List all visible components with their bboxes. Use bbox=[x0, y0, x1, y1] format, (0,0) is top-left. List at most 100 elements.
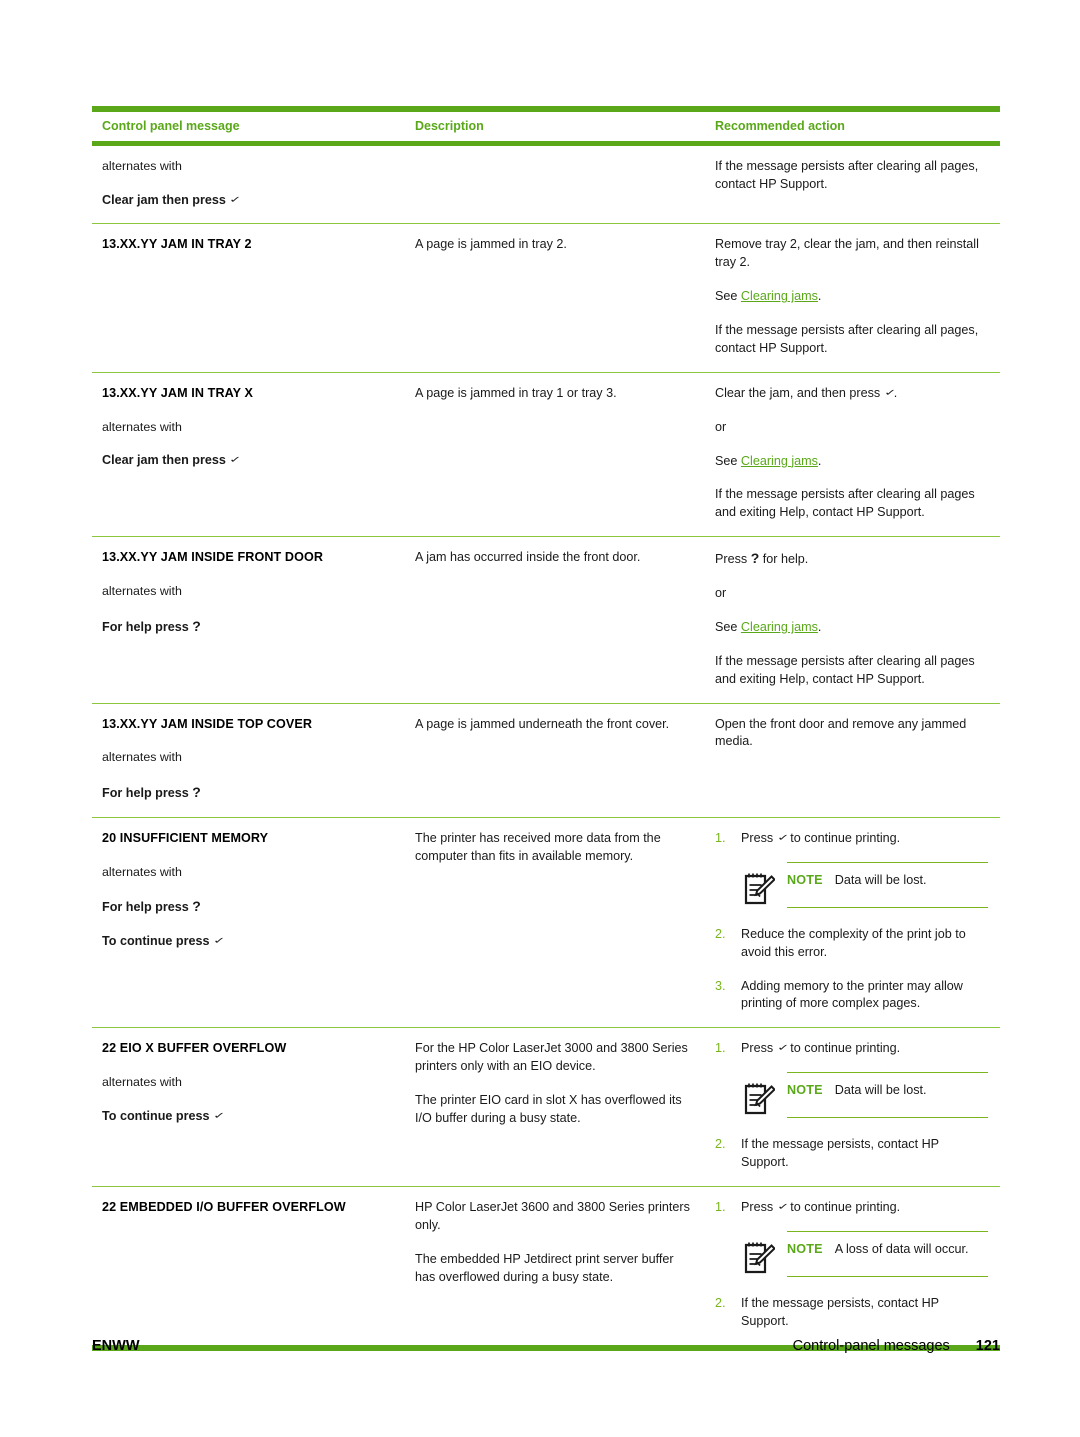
description-text: A page is jammed underneath the front co… bbox=[415, 716, 670, 731]
action-step-list: 1. Press ✓ to continue printing. bbox=[715, 830, 988, 1013]
cell-description: A page is jammed underneath the front co… bbox=[405, 702, 705, 818]
step-number: 1. bbox=[715, 830, 726, 845]
step-text: Adding memory to the printer may allow p… bbox=[741, 978, 963, 1011]
action-text: Open the front door and remove any jamme… bbox=[715, 716, 967, 749]
table-row: 22 EMBEDDED I/O BUFFER OVERFLOW HP Color… bbox=[92, 1185, 1000, 1351]
table-header: Control panel message Description Recomm… bbox=[92, 106, 1000, 146]
link-clearing-jams[interactable]: Clearing jams bbox=[741, 289, 818, 303]
cell-message: alternates with Clear jam then press ✓ bbox=[92, 144, 405, 224]
control-panel-messages-table: Control panel message Description Recomm… bbox=[92, 106, 1000, 1351]
cell-message: 13.XX.YY JAM IN TRAY X alternates with C… bbox=[92, 371, 405, 537]
check-icon: ✓ bbox=[776, 1042, 790, 1053]
cell-action: Press ? for help. or See Clearing jams. … bbox=[705, 536, 1000, 704]
action-text: Press ? for help. bbox=[715, 550, 809, 567]
table-row: 13.XX.YY JAM INSIDE TOP COVER alternates… bbox=[92, 702, 1000, 818]
action-text: If the message persists after clearing a… bbox=[715, 653, 975, 686]
cell-message: 22 EIO X BUFFER OVERFLOW alternates with… bbox=[92, 1027, 405, 1187]
note-label: NOTE bbox=[787, 872, 823, 887]
note-callout: NOTE Data will be lost. bbox=[741, 861, 988, 908]
step-number: 3. bbox=[715, 978, 726, 993]
description-text: The printer has received more data from … bbox=[415, 830, 661, 863]
step-text: Press ✓ to continue printing. bbox=[741, 830, 901, 845]
action-text: If the message persists after clearing a… bbox=[715, 159, 979, 191]
description-text: The printer EIO card in slot X has overf… bbox=[415, 1093, 682, 1125]
cell-action: If the message persists after clearing a… bbox=[705, 144, 1000, 224]
alternate-message: Clear jam then press ✓ bbox=[102, 453, 242, 468]
note-text: A loss of data will occur. bbox=[834, 1241, 969, 1256]
table-row: alternates with Clear jam then press ✓ I… bbox=[92, 144, 1000, 224]
cell-description: A jam has occurred inside the front door… bbox=[405, 536, 705, 704]
table-row: 13.XX.YY JAM IN TRAY 2 A page is jammed … bbox=[92, 223, 1000, 373]
cell-description: The printer has received more data from … bbox=[405, 816, 705, 1028]
check-icon: ✓ bbox=[883, 386, 897, 398]
document-page: Control panel message Description Recomm… bbox=[92, 0, 1000, 1437]
table-header-row: Control panel message Description Recomm… bbox=[92, 112, 1000, 146]
message-title: 20 INSUFFICIENT MEMORY bbox=[102, 830, 269, 845]
action-or: or bbox=[715, 419, 727, 434]
action-or: or bbox=[715, 586, 727, 601]
cell-action: Remove tray 2, clear the jam, and then r… bbox=[705, 223, 1000, 373]
action-step: 2. If the message persists, contact HP S… bbox=[715, 1136, 988, 1172]
cell-message: 13.XX.YY JAM INSIDE FRONT DOOR alternate… bbox=[92, 536, 405, 704]
step-text: Press ✓ to continue printing. bbox=[741, 1199, 901, 1214]
note-pad-pencil-icon bbox=[741, 1072, 781, 1118]
step-number: 1. bbox=[715, 1199, 726, 1214]
alternate-message: Clear jam then press ✓ bbox=[102, 192, 242, 207]
cell-action: Open the front door and remove any jamme… bbox=[705, 702, 1000, 818]
alternate-message: For help press ? bbox=[102, 898, 201, 915]
action-step: 2. Reduce the complexity of the print jo… bbox=[715, 926, 988, 962]
table-body: alternates with Clear jam then press ✓ I… bbox=[92, 144, 1000, 1351]
step-number: 2. bbox=[715, 926, 726, 941]
alternates-with-label: alternates with bbox=[102, 584, 182, 599]
description-text: A jam has occurred inside the front door… bbox=[415, 550, 641, 565]
action-text: If the message persists after clearing a… bbox=[715, 323, 979, 355]
action-see-reference: See Clearing jams. bbox=[715, 289, 822, 304]
note-body: NOTE A loss of data will occur. bbox=[787, 1230, 988, 1277]
note-callout: NOTE Data will be lost. bbox=[741, 1072, 988, 1119]
message-title: 13.XX.YY JAM IN TRAY X bbox=[102, 385, 254, 400]
action-text: If the message persists after clearing a… bbox=[715, 487, 975, 520]
cell-message: 13.XX.YY JAM IN TRAY 2 bbox=[92, 223, 405, 373]
message-title: 22 EIO X BUFFER OVERFLOW bbox=[102, 1041, 287, 1056]
action-step: 1. Press ✓ to continue printing. bbox=[715, 1040, 988, 1119]
action-text: Clear the jam, and then press ✓. bbox=[715, 385, 898, 400]
note-text: Data will be lost. bbox=[834, 872, 927, 887]
question-icon: ? bbox=[750, 550, 760, 567]
cell-description: HP Color LaserJet 3600 and 3800 Series p… bbox=[405, 1185, 705, 1351]
link-clearing-jams[interactable]: Clearing jams bbox=[741, 620, 818, 634]
message-title: 13.XX.YY JAM IN TRAY 2 bbox=[102, 237, 252, 252]
alternate-message-2: To continue press ✓ bbox=[102, 934, 226, 949]
alternates-with-label: alternates with bbox=[102, 864, 182, 879]
check-icon: ✓ bbox=[776, 832, 790, 843]
question-icon: ? bbox=[192, 617, 201, 634]
description-text: A page is jammed in tray 2. bbox=[415, 237, 567, 252]
link-clearing-jams[interactable]: Clearing jams bbox=[741, 454, 818, 468]
action-step: 1. Press ✓ to continue printing. bbox=[715, 830, 988, 908]
page-footer: ENWW Control-panel messages 121 bbox=[92, 1338, 1000, 1354]
step-text: If the message persists, contact HP Supp… bbox=[741, 1295, 939, 1328]
alternates-with-label: alternates with bbox=[102, 159, 182, 173]
note-body: NOTE Data will be lost. bbox=[787, 861, 988, 908]
table-row: 22 EIO X BUFFER OVERFLOW alternates with… bbox=[92, 1027, 1000, 1187]
step-text: Reduce the complexity of the print job t… bbox=[741, 926, 966, 959]
description-text: For the HP Color LaserJet 3000 and 3800 … bbox=[415, 1041, 688, 1074]
note-label: NOTE bbox=[787, 1241, 823, 1256]
action-step-list: 1. Press ✓ to continue printing. bbox=[715, 1040, 988, 1172]
note-label: NOTE bbox=[787, 1083, 823, 1098]
cell-action: 1. Press ✓ to continue printing. bbox=[705, 1027, 1000, 1187]
column-header-recommended-action: Recommended action bbox=[705, 112, 1000, 146]
cell-message: 22 EMBEDDED I/O BUFFER OVERFLOW bbox=[92, 1185, 405, 1351]
check-icon: ✓ bbox=[213, 935, 226, 946]
action-step: 1. Press ✓ to continue printing. bbox=[715, 1199, 988, 1277]
cell-action: 1. Press ✓ to continue printing. bbox=[705, 1185, 1000, 1351]
table-row: 13.XX.YY JAM INSIDE FRONT DOOR alternate… bbox=[92, 536, 1000, 704]
alternates-with-label: alternates with bbox=[102, 419, 182, 434]
cell-description bbox=[405, 144, 705, 224]
check-icon: ✓ bbox=[213, 1109, 226, 1121]
footer-chapter-title: Control-panel messages bbox=[792, 1338, 950, 1354]
action-step: 3. Adding memory to the printer may allo… bbox=[715, 978, 988, 1014]
cell-action: 1. Press ✓ to continue printing. bbox=[705, 816, 1000, 1028]
step-text: If the message persists, contact HP Supp… bbox=[741, 1137, 939, 1170]
message-title: 13.XX.YY JAM INSIDE FRONT DOOR bbox=[102, 550, 324, 565]
action-text: Remove tray 2, clear the jam, and then r… bbox=[715, 237, 979, 270]
